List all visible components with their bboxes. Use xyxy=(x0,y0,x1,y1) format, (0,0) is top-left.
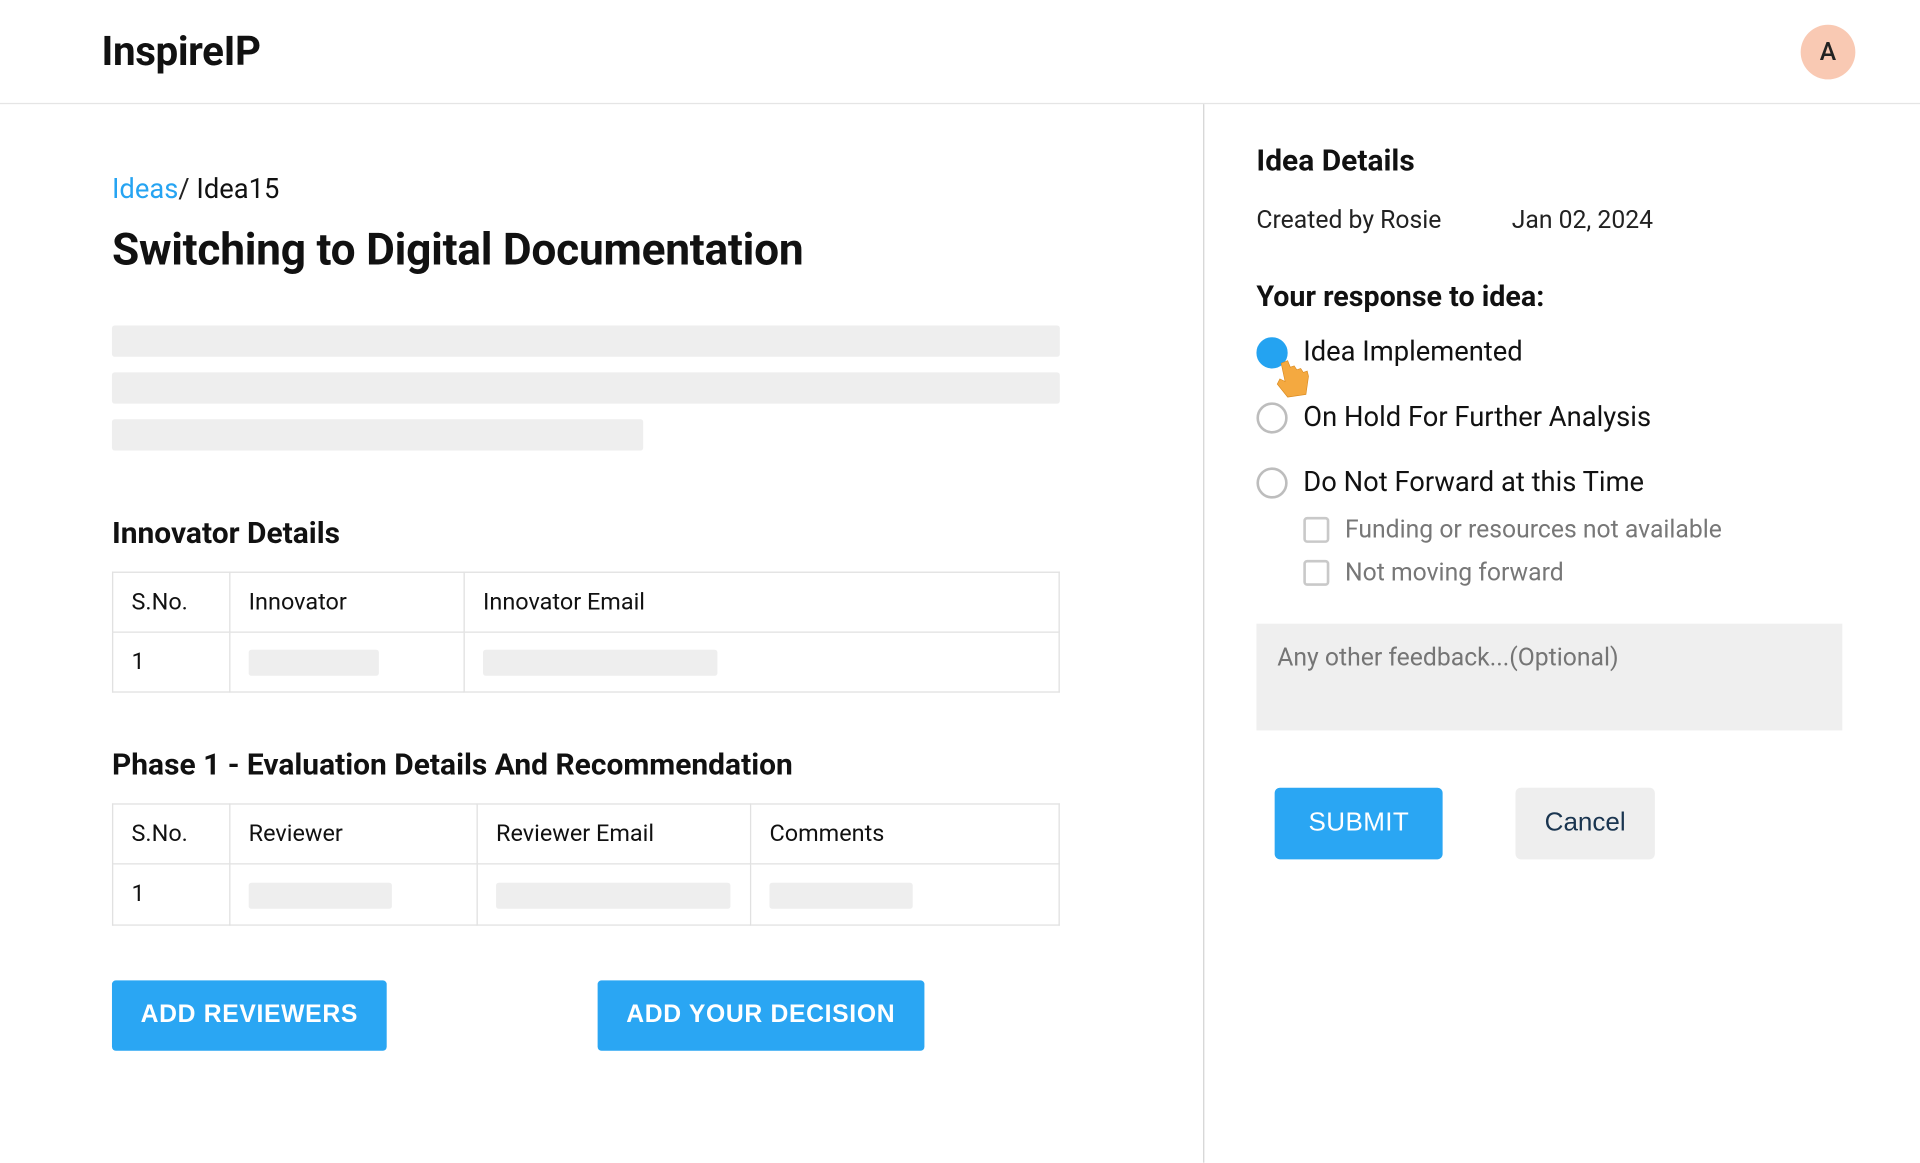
placeholder-icon xyxy=(769,882,912,908)
cell-innovator xyxy=(230,632,464,692)
details-panel-title: Idea Details xyxy=(1256,143,1842,178)
content-area: Ideas Idea15 Switching to Digital Documen… xyxy=(0,104,1920,1163)
radio-label: Idea Implemented xyxy=(1303,337,1522,368)
breadcrumb: Ideas Idea15 xyxy=(112,174,1060,205)
cell-sno: 1 xyxy=(113,632,230,692)
checkbox-label: Not moving forward xyxy=(1345,557,1564,587)
idea-description-placeholder xyxy=(112,326,1060,451)
response-title: Your response to idea: xyxy=(1256,281,1842,314)
placeholder-icon xyxy=(483,650,717,676)
col-innovator-email: Innovator Email xyxy=(464,572,1059,632)
radio-option-do-not-forward[interactable]: Do Not Forward at this Time xyxy=(1256,467,1842,498)
breadcrumb-root-link[interactable]: Ideas xyxy=(112,174,178,205)
check-option-funding[interactable]: Funding or resources not available xyxy=(1303,514,1842,544)
radio-label: Do Not Forward at this Time xyxy=(1303,467,1644,498)
table-row: 1 xyxy=(113,632,1060,692)
details-panel: Idea Details Created by Rosie Jan 02, 20… xyxy=(1204,104,1920,1163)
radio-option-implemented[interactable]: Idea Implemented xyxy=(1256,337,1842,368)
innovator-section-title: Innovator Details xyxy=(112,516,1060,551)
checkbox-input[interactable] xyxy=(1303,516,1329,542)
sub-options: Funding or resources not available Not m… xyxy=(1303,514,1842,587)
col-sno: S.No. xyxy=(113,804,230,864)
phase1-section-title: Phase 1 - Evaluation Details And Recomme… xyxy=(112,748,1060,783)
submit-button[interactable]: SUBMIT xyxy=(1275,788,1443,860)
table-row: 1 xyxy=(113,864,1060,924)
app-header: InspireIP A xyxy=(0,0,1920,104)
table-header-row: S.No. Reviewer Reviewer Email Comments xyxy=(113,804,1060,864)
check-option-not-moving[interactable]: Not moving forward xyxy=(1303,557,1842,587)
placeholder-line xyxy=(112,419,643,450)
breadcrumb-current: Idea15 xyxy=(196,174,279,205)
table-header-row: S.No. Innovator Innovator Email xyxy=(113,572,1060,632)
placeholder-icon xyxy=(496,882,730,908)
placeholder-icon xyxy=(249,650,379,676)
cell-innovator-email xyxy=(464,632,1059,692)
innovator-table: S.No. Innovator Innovator Email 1 xyxy=(112,572,1060,693)
col-innovator: Innovator xyxy=(230,572,464,632)
add-decision-button[interactable]: ADD YOUR DECISION xyxy=(598,980,924,1050)
submit-row: SUBMIT Cancel xyxy=(1256,788,1842,860)
avatar[interactable]: A xyxy=(1801,24,1856,79)
cell-reviewer xyxy=(230,864,477,924)
col-comments: Comments xyxy=(751,804,1060,864)
cancel-button[interactable]: Cancel xyxy=(1516,788,1654,860)
col-reviewer: Reviewer xyxy=(230,804,477,864)
created-date: Jan 02, 2024 xyxy=(1512,204,1653,234)
cell-sno: 1 xyxy=(113,864,230,924)
placeholder-icon xyxy=(249,882,392,908)
created-by: Created by Rosie xyxy=(1256,204,1441,234)
phase1-table: S.No. Reviewer Reviewer Email Comments 1 xyxy=(112,804,1060,925)
idea-title: Switching to Digital Documentation xyxy=(112,224,1060,276)
col-sno: S.No. xyxy=(113,572,230,632)
avatar-initial: A xyxy=(1820,36,1836,66)
radio-option-on-hold[interactable]: On Hold For Further Analysis xyxy=(1256,402,1842,433)
cell-comments xyxy=(751,864,1060,924)
cell-reviewer-email xyxy=(477,864,750,924)
radio-input[interactable] xyxy=(1256,467,1287,498)
placeholder-line xyxy=(112,372,1060,403)
action-button-row: ADD REVIEWERS ADD YOUR DECISION xyxy=(112,980,1060,1050)
breadcrumb-sep xyxy=(178,174,196,205)
pointer-hand-icon xyxy=(1269,355,1316,402)
checkbox-label: Funding or resources not available xyxy=(1345,514,1722,544)
radio-label: On Hold For Further Analysis xyxy=(1303,402,1651,433)
col-reviewer-email: Reviewer Email xyxy=(477,804,750,864)
checkbox-input[interactable] xyxy=(1303,559,1329,585)
feedback-textarea[interactable] xyxy=(1256,624,1842,731)
placeholder-line xyxy=(112,326,1060,357)
add-reviewers-button[interactable]: ADD REVIEWERS xyxy=(112,980,387,1050)
left-pane: Ideas Idea15 Switching to Digital Documen… xyxy=(0,104,1204,1163)
idea-meta: Created by Rosie Jan 02, 2024 xyxy=(1256,204,1842,234)
brand-logo: InspireIP xyxy=(102,27,261,75)
radio-input[interactable] xyxy=(1256,402,1287,433)
